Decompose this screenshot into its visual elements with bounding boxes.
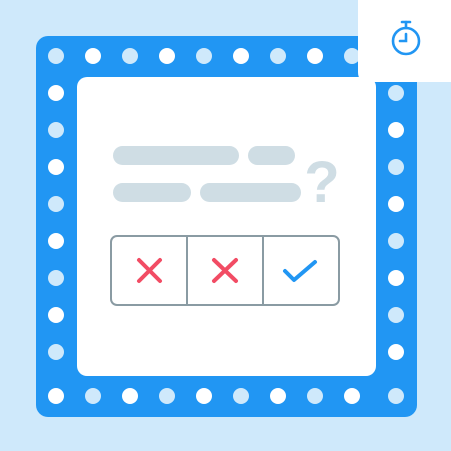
marquee-bulb bbox=[388, 344, 404, 360]
marquee-bulb bbox=[388, 196, 404, 212]
marquee-bulb bbox=[307, 48, 323, 64]
marquee-bulb bbox=[233, 388, 249, 404]
text-line bbox=[113, 146, 239, 165]
marquee-bulb bbox=[196, 48, 212, 64]
text-line bbox=[113, 183, 191, 202]
marquee-bulb bbox=[344, 388, 360, 404]
marquee-bulb bbox=[159, 388, 175, 404]
text-line bbox=[248, 146, 295, 165]
marquee-bulb bbox=[233, 48, 249, 64]
question-card bbox=[77, 77, 376, 376]
marquee-bulb bbox=[122, 48, 138, 64]
marquee-bulb bbox=[48, 270, 64, 286]
question-mark: ? bbox=[304, 150, 339, 215]
marquee-bulb bbox=[48, 388, 64, 404]
marquee-bulb bbox=[388, 85, 404, 101]
marquee-bulb bbox=[388, 233, 404, 249]
marquee-bulb bbox=[270, 388, 286, 404]
marquee-bulb bbox=[48, 307, 64, 323]
marquee-bulb bbox=[388, 388, 404, 404]
marquee-bulb bbox=[388, 122, 404, 138]
answer-choices bbox=[110, 235, 340, 306]
marquee-bulb bbox=[85, 48, 101, 64]
marquee-bulb bbox=[48, 48, 64, 64]
marquee-bulb bbox=[122, 388, 138, 404]
marquee-bulb bbox=[196, 388, 212, 404]
marquee-bulb bbox=[388, 159, 404, 175]
marquee-bulb bbox=[388, 307, 404, 323]
marquee-bulb bbox=[48, 159, 64, 175]
marquee-bulb bbox=[388, 270, 404, 286]
marquee-bulb bbox=[344, 48, 360, 64]
timer-badge bbox=[358, 0, 451, 82]
text-line bbox=[200, 183, 301, 202]
marquee-bulb bbox=[159, 48, 175, 64]
marquee-bulb bbox=[48, 196, 64, 212]
marquee-bulb bbox=[307, 388, 323, 404]
marquee-bulb bbox=[85, 388, 101, 404]
quiz-illustration: ? bbox=[36, 0, 451, 417]
marquee-bulb bbox=[48, 233, 64, 249]
marquee-bulb bbox=[48, 122, 64, 138]
marquee-bulb bbox=[48, 344, 64, 360]
marquee-bulb bbox=[48, 85, 64, 101]
marquee-bulb bbox=[270, 48, 286, 64]
